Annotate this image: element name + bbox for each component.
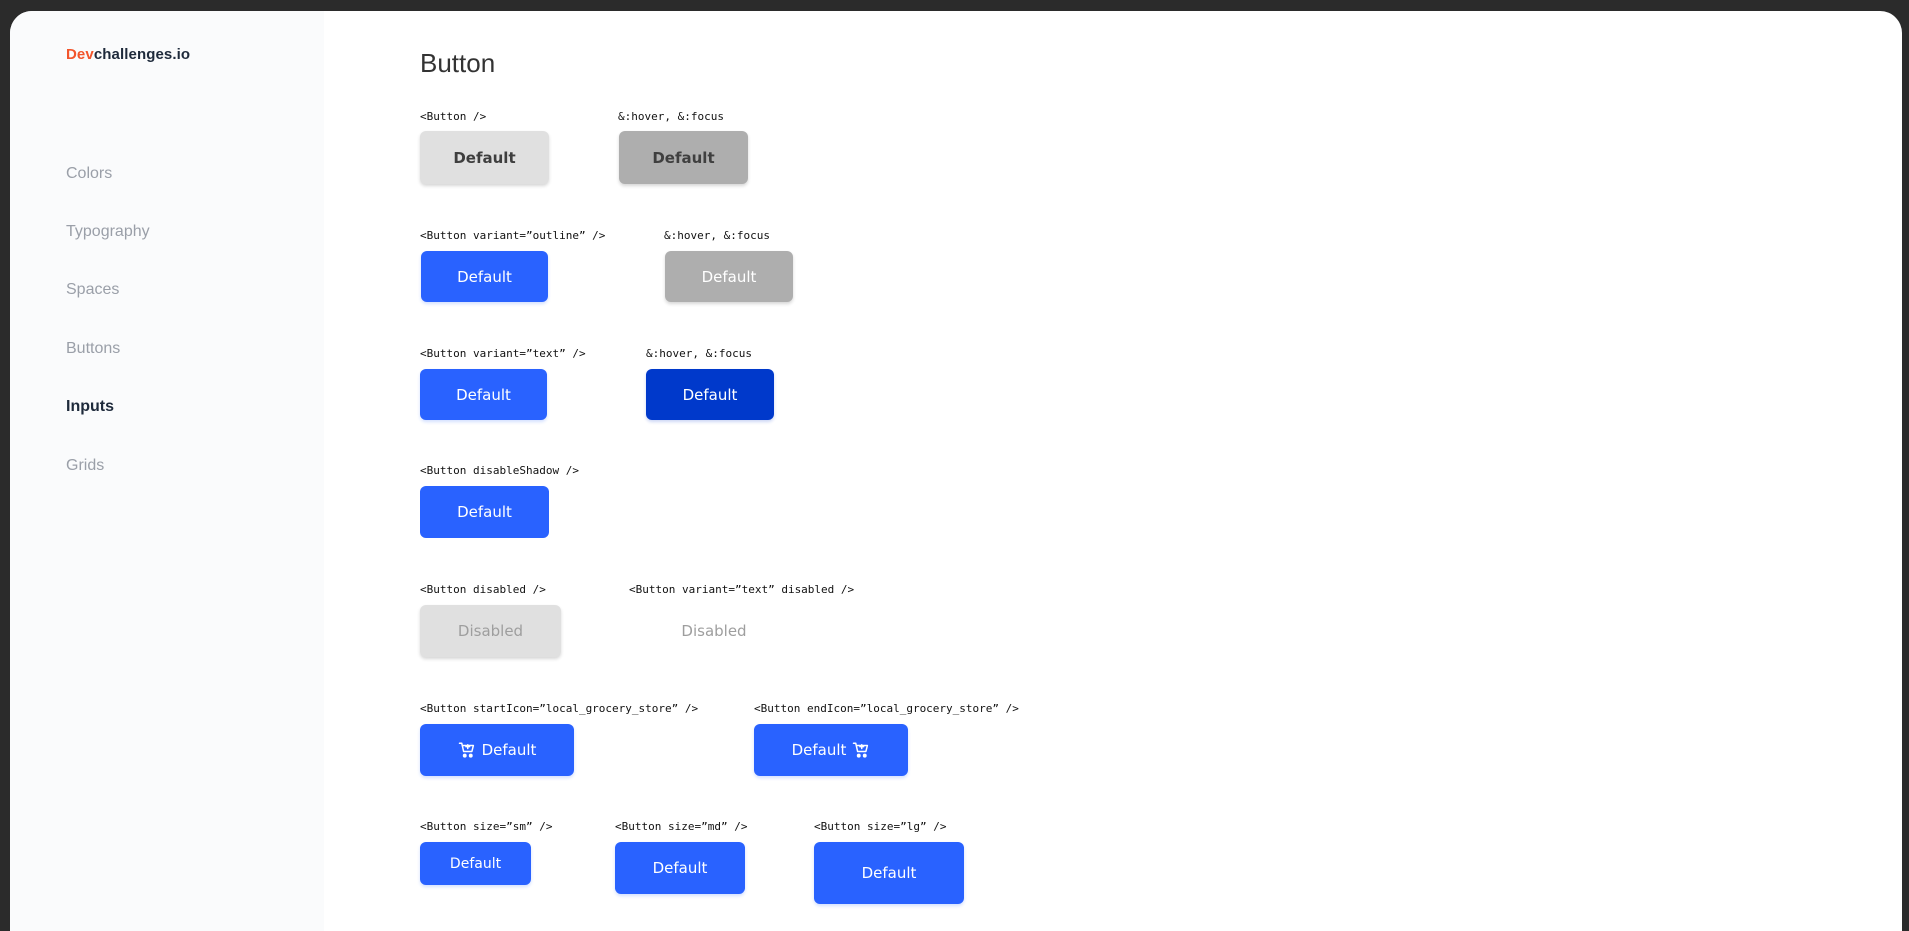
sidebar: Devchallenges.io Colors Typography Space… (10, 11, 324, 931)
code-label-default: <Button /> (420, 110, 487, 123)
page-title: Button (420, 48, 496, 78)
local-grocery-store-icon (852, 741, 870, 759)
sidebar-item-buttons[interactable]: Buttons (66, 340, 120, 358)
logo[interactable]: Devchallenges.io (66, 46, 190, 63)
outline-hover-button[interactable]: Default (665, 251, 793, 302)
logo-suffix: challenges.io (93, 46, 191, 63)
code-label-start-icon: <Button startIcon=”local_grocery_store” … (420, 702, 699, 715)
start-icon-button-label: Default (481, 741, 537, 759)
code-label-text-disabled: <Button variant=”text” disabled /> (629, 583, 855, 596)
code-label-size-lg: <Button size=”lg” /> (814, 820, 947, 833)
code-label-end-icon: <Button endIcon=”local_grocery_store” /> (754, 702, 1019, 715)
app-window: Devchallenges.io Colors Typography Space… (10, 11, 1902, 931)
sidebar-item-typography[interactable]: Typography (66, 223, 150, 241)
sidebar-item-grids[interactable]: Grids (66, 457, 104, 475)
code-label-text-hover: &:hover, &:focus (646, 347, 752, 360)
disable-shadow-button[interactable]: Default (420, 486, 549, 538)
text-hover-button[interactable]: Default (646, 369, 774, 420)
size-sm-button[interactable]: Default (420, 842, 531, 885)
default-button[interactable]: Default (420, 131, 549, 184)
code-label-outline: <Button variant=”outline” /> (420, 229, 606, 242)
code-label-outline-hover: &:hover, &:focus (664, 229, 770, 242)
sidebar-item-spaces[interactable]: Spaces (66, 281, 119, 299)
start-icon-button[interactable]: Default (420, 724, 574, 776)
code-label-text: <Button variant=”text” /> (420, 347, 586, 360)
end-icon-button-label: Default (791, 741, 847, 759)
text-button[interactable]: Default (420, 369, 547, 420)
sidebar-item-inputs[interactable]: Inputs (66, 398, 114, 416)
size-md-button[interactable]: Default (615, 842, 745, 894)
sidebar-item-colors[interactable]: Colors (66, 165, 112, 183)
default-hover-button[interactable]: Default (619, 131, 748, 184)
code-label-size-sm: <Button size=”sm” /> (420, 820, 553, 833)
logo-prefix: Dev (66, 46, 94, 63)
code-label-size-md: <Button size=”md” /> (615, 820, 748, 833)
outline-button[interactable]: Default (421, 251, 548, 302)
end-icon-button[interactable]: Default (754, 724, 908, 776)
code-label-default-hover: &:hover, &:focus (618, 110, 724, 123)
local-grocery-store-icon (458, 741, 476, 759)
disabled-button: Disabled (420, 605, 561, 657)
main-content: Button <Button /> &:hover, &:focus Defau… (324, 11, 1902, 931)
size-lg-button[interactable]: Default (814, 842, 964, 904)
code-label-disabled: <Button disabled /> (420, 583, 546, 596)
code-label-disable-shadow: <Button disableShadow /> (420, 464, 579, 477)
text-disabled-button: Disabled (644, 605, 784, 657)
